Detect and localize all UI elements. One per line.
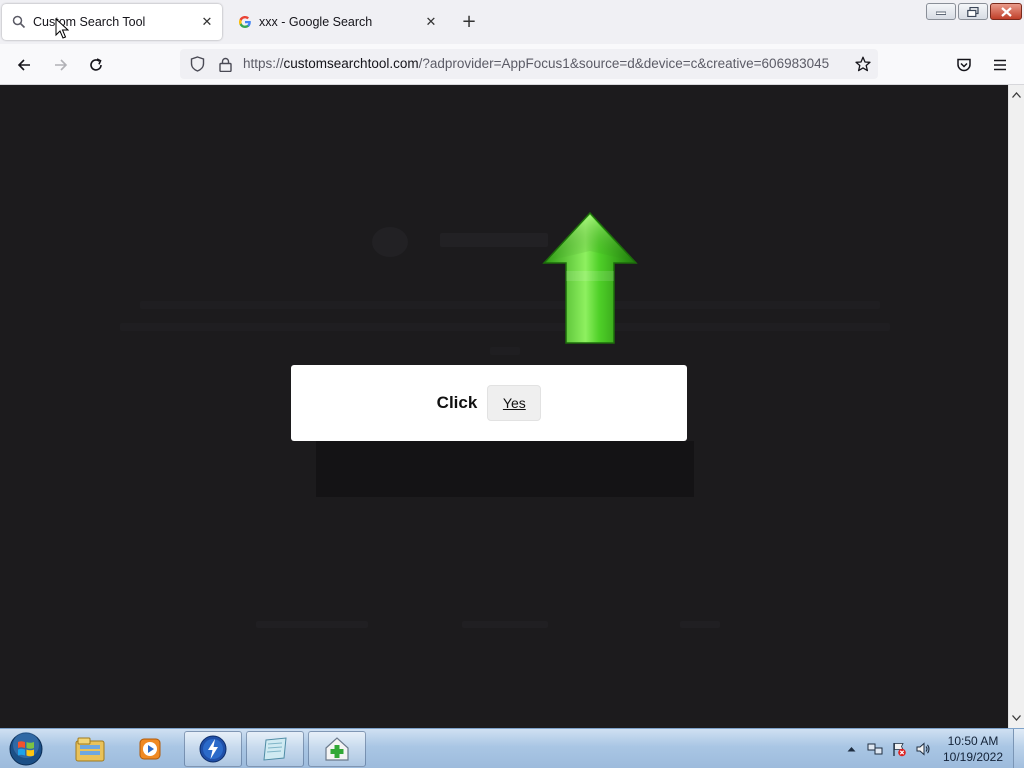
start-button[interactable] (6, 730, 46, 768)
mouse-cursor-icon (55, 18, 69, 39)
forward-button[interactable] (48, 52, 74, 78)
back-button[interactable] (11, 52, 37, 78)
address-bar[interactable]: https://customsearchtool.com/?adprovider… (180, 49, 878, 79)
system-tray (843, 729, 931, 768)
reload-button[interactable] (83, 52, 109, 78)
tracking-protection-shield-icon[interactable] (189, 56, 205, 72)
obscured-logo (372, 227, 408, 257)
clock-date: 10/19/2022 (942, 750, 1004, 764)
obscured-footer-link (256, 621, 368, 628)
notepad-taskbar-button[interactable] (246, 731, 304, 767)
lock-icon[interactable] (217, 56, 233, 72)
clock-time: 10:50 AM (947, 734, 999, 748)
obscured-button-area (316, 441, 694, 497)
installer-taskbar-button[interactable] (308, 731, 366, 767)
minimize-button[interactable] (926, 3, 956, 20)
action-center-flag-icon[interactable] (891, 741, 907, 757)
show-hidden-icons-icon[interactable] (843, 741, 859, 757)
click-yes-dialog: Click Yes (291, 365, 687, 441)
tab-custom-search-tool[interactable]: Custom Search Tool ✕ (2, 4, 222, 40)
scroll-up-icon[interactable] (1009, 87, 1024, 103)
search-icon (11, 14, 27, 30)
vertical-scrollbar[interactable] (1008, 85, 1024, 728)
new-tab-button[interactable]: + (459, 12, 479, 32)
installer-icon (325, 737, 349, 761)
forward-arrow-icon (55, 59, 68, 71)
tab-strip: Custom Search Tool ✕ xxx - Google Search… (0, 0, 1024, 44)
tab-google-search[interactable]: xxx - Google Search ✕ (228, 4, 446, 40)
page-content: Click Yes (0, 85, 1008, 728)
network-icon[interactable] (867, 741, 883, 757)
volume-speaker-icon[interactable] (915, 741, 931, 757)
obscured-text-line (140, 301, 880, 309)
hamburger-menu-icon (994, 59, 1006, 71)
close-tab-icon[interactable]: ✕ (197, 12, 217, 32)
url-host: customsearchtool.com (283, 56, 419, 71)
yes-button[interactable]: Yes (487, 385, 542, 421)
bookmark-star-icon[interactable] (855, 56, 871, 72)
window-controls (926, 3, 1022, 20)
notepad-icon (263, 737, 287, 761)
reload-icon (90, 58, 102, 71)
minimize-icon (936, 11, 946, 15)
media-player-taskbar-button[interactable] (121, 731, 179, 767)
url-path: /?adprovider=AppFocus1&source=d&device=c… (418, 56, 830, 71)
obscured-footer-link (462, 621, 548, 628)
url-prefix: https:// (243, 56, 284, 71)
thunder-app-icon (199, 735, 227, 763)
obscured-text-line (490, 347, 520, 355)
close-window-button[interactable] (990, 3, 1022, 20)
pocket-button[interactable] (951, 52, 977, 78)
restore-button[interactable] (958, 3, 988, 20)
back-arrow-icon (17, 59, 30, 71)
obscured-footer-link (680, 621, 720, 628)
obscured-text-line (120, 323, 890, 331)
media-player-icon (139, 738, 161, 760)
show-desktop-button[interactable] (1013, 729, 1024, 768)
windows-explorer-icon (75, 737, 105, 762)
obscured-heading (440, 233, 548, 247)
taskbar-clock[interactable]: 10:50 AM 10/19/2022 (937, 733, 1009, 765)
thunder-app-taskbar-button[interactable] (184, 731, 242, 767)
dialog-label: Click (436, 393, 478, 412)
navigation-toolbar: https://customsearchtool.com/?adprovider… (0, 44, 1024, 85)
green-up-arrow-icon (542, 211, 638, 344)
url-text[interactable]: https://customsearchtool.com/?adprovider… (243, 56, 845, 71)
pocket-icon (957, 58, 971, 72)
tab-title: xxx - Google Search (259, 15, 373, 29)
restore-icon (967, 6, 979, 17)
windows-explorer-taskbar-button[interactable] (61, 731, 119, 767)
windows-start-orb-icon (9, 732, 43, 766)
close-icon (1000, 6, 1012, 17)
close-tab-icon[interactable]: ✕ (421, 12, 441, 32)
app-menu-button[interactable] (987, 52, 1013, 78)
google-favicon (237, 14, 253, 30)
scroll-down-icon[interactable] (1009, 710, 1024, 726)
taskbar: 10:50 AM 10/19/2022 (0, 728, 1024, 768)
